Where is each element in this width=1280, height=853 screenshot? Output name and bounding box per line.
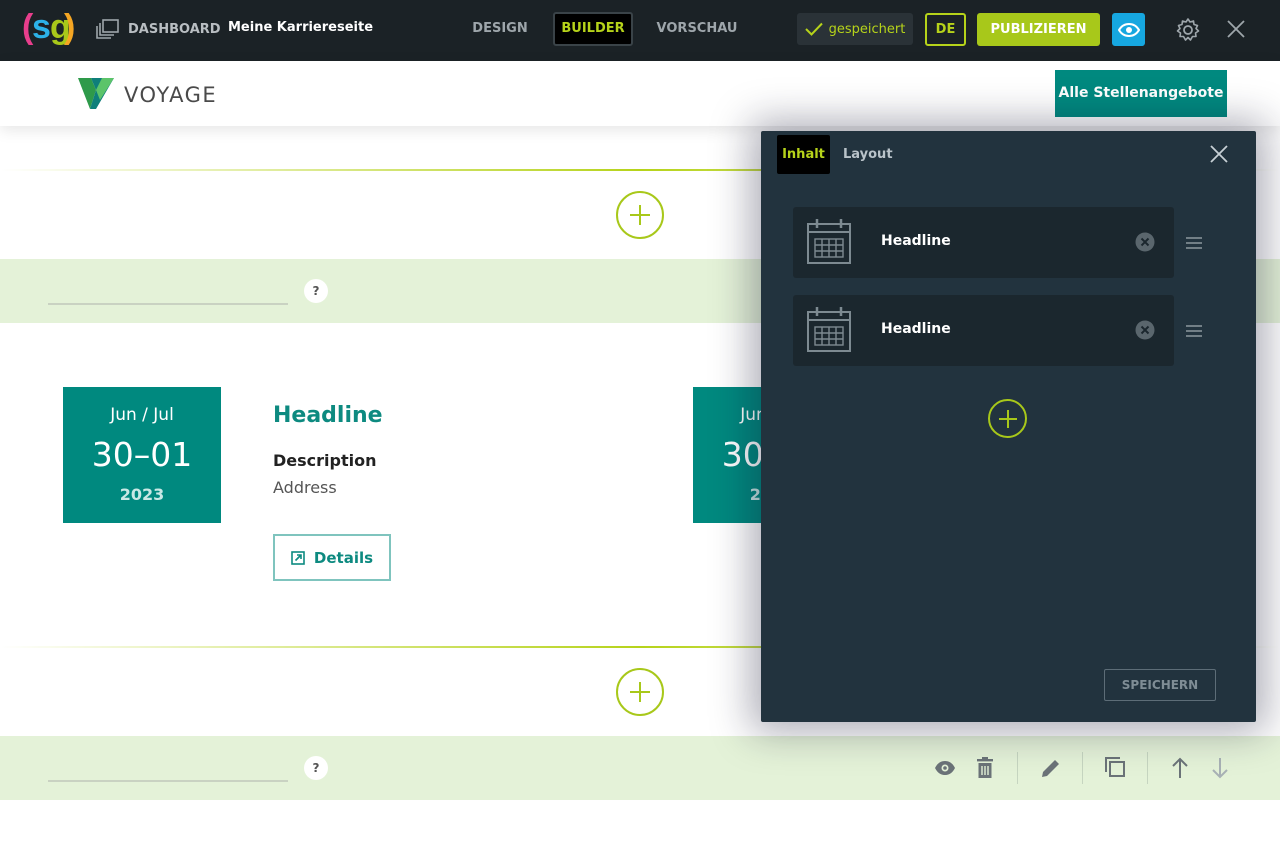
logo-letter-s: s bbox=[32, 8, 51, 46]
close-icon[interactable] bbox=[1226, 19, 1246, 39]
site-header: VOYAGE Alle Stellenangebote bbox=[0, 61, 1280, 126]
site-name: Meine Karriereseite bbox=[228, 20, 374, 35]
tab-inhalt[interactable]: Inhalt bbox=[777, 135, 830, 174]
arrow-up-icon[interactable] bbox=[1170, 756, 1190, 780]
language-button[interactable]: DE bbox=[925, 13, 966, 46]
close-icon[interactable] bbox=[1209, 144, 1229, 164]
list-item[interactable]: Headline bbox=[793, 207, 1174, 278]
external-link-icon bbox=[291, 550, 305, 565]
dashboard-label: DASHBOARD bbox=[128, 21, 221, 37]
calendar-icon bbox=[807, 219, 851, 264]
logo-paren-close: ) bbox=[64, 8, 76, 46]
sg-logo[interactable]: ( s g ) bbox=[22, 8, 76, 52]
event-year: 2023 bbox=[119, 485, 165, 504]
event-address: Address bbox=[273, 478, 337, 497]
content-editor-panel: Inhalt Layout Headline Headline SPEICHER… bbox=[761, 131, 1256, 722]
drag-handle-icon[interactable] bbox=[1185, 324, 1203, 338]
event-headline: Headline bbox=[273, 403, 383, 428]
eye-icon bbox=[1117, 22, 1140, 37]
tab-design[interactable]: DESIGN bbox=[465, 12, 535, 46]
item-label: Headline bbox=[881, 321, 951, 337]
toolbar-separator bbox=[1017, 752, 1018, 784]
details-label: Details bbox=[313, 548, 374, 567]
drag-handle-icon[interactable] bbox=[1185, 236, 1203, 250]
toolbar-separator bbox=[1147, 752, 1148, 784]
arrow-down-icon[interactable] bbox=[1210, 756, 1230, 780]
saved-label: gespeichert bbox=[828, 21, 906, 37]
help-button[interactable]: ? bbox=[304, 279, 328, 303]
plus-icon bbox=[998, 409, 1017, 428]
add-section-button[interactable] bbox=[616, 191, 664, 239]
plus-icon bbox=[630, 682, 650, 702]
toolbar-separator bbox=[1082, 752, 1083, 784]
section-settings-band-2: ? bbox=[0, 736, 1280, 800]
tab-vorschau[interactable]: VORSCHAU bbox=[652, 12, 742, 46]
calendar-icon bbox=[807, 307, 851, 352]
voyage-brand: VOYAGE bbox=[124, 83, 218, 107]
remove-icon[interactable] bbox=[1135, 320, 1155, 340]
plus-icon bbox=[630, 205, 650, 225]
section-name-field-2[interactable] bbox=[48, 780, 288, 782]
voyage-logo-icon bbox=[78, 78, 114, 109]
publish-button[interactable]: PUBLIZIEREN bbox=[977, 13, 1100, 46]
all-jobs-button[interactable]: Alle Stellenangebote bbox=[1055, 70, 1227, 117]
pencil-icon[interactable] bbox=[1040, 756, 1062, 780]
event-month: Jun / Jul bbox=[110, 405, 174, 425]
tab-builder[interactable]: BUILDER bbox=[553, 12, 633, 46]
section-name-field[interactable] bbox=[48, 303, 288, 305]
list-item[interactable]: Headline bbox=[793, 295, 1174, 366]
item-label: Headline bbox=[881, 233, 951, 249]
event-date-box: Jun / Jul 30–01 2023 bbox=[63, 387, 221, 523]
event-days: 30–01 bbox=[91, 435, 193, 474]
gear-icon[interactable] bbox=[1175, 17, 1201, 43]
add-item-button[interactable] bbox=[988, 399, 1027, 438]
saved-status: gespeichert bbox=[797, 13, 913, 45]
remove-icon[interactable] bbox=[1135, 232, 1155, 252]
duplicate-icon[interactable] bbox=[1104, 756, 1126, 780]
check-icon bbox=[804, 22, 823, 36]
save-button[interactable]: SPEICHERN bbox=[1104, 669, 1216, 701]
preview-eye-button[interactable] bbox=[1112, 13, 1145, 46]
add-section-button-2[interactable] bbox=[616, 668, 664, 716]
visibility-eye-icon[interactable] bbox=[934, 756, 956, 780]
dashboard-link[interactable]: DASHBOARD bbox=[96, 19, 221, 39]
tab-layout[interactable]: Layout bbox=[843, 135, 893, 174]
details-button[interactable]: Details bbox=[273, 534, 391, 581]
help-button-2[interactable]: ? bbox=[304, 756, 328, 780]
trash-icon[interactable] bbox=[976, 756, 994, 780]
top-bar: ( s g ) DASHBOARD Meine Karriereseite DE… bbox=[0, 0, 1280, 61]
event-description: Description bbox=[273, 451, 377, 470]
pages-icon bbox=[96, 19, 119, 39]
